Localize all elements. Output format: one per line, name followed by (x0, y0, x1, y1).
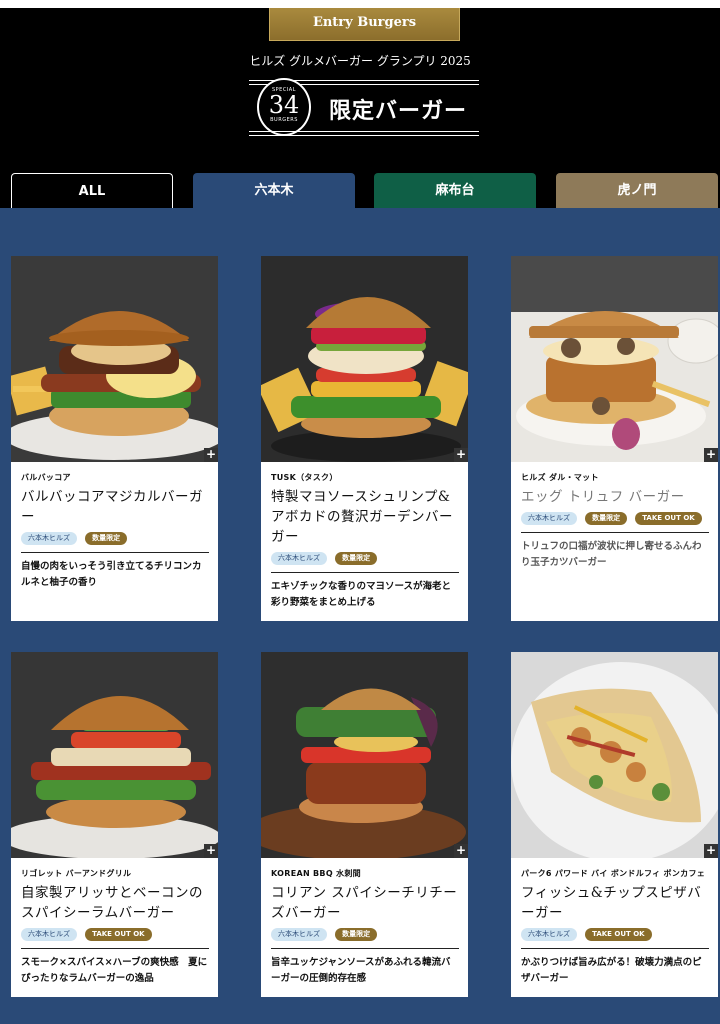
area-tag: 六本木ヒルズ (521, 928, 577, 941)
takeout-tag: TAKE OUT OK (635, 512, 702, 525)
special-burgers-badge: SPECIAL 34 BURGERS (257, 78, 311, 136)
burger-card[interactable]: + パーク6 パワード バイ ボンドルフィ ボンカフェ フィッシュ&チップスピザ… (511, 652, 718, 997)
burger-description: 自慢の肉をいっそう引き立てるチリコンカルネと柚子の香り (21, 561, 202, 588)
tab-azabudai[interactable]: 麻布台 (374, 173, 536, 209)
expand-icon[interactable]: + (704, 448, 718, 462)
burger-description: 旨辛ユッケジャンソースがあふれる韓流バーガーの圧倒的存在感 (271, 957, 451, 984)
limited-tag: 数量限定 (335, 552, 378, 565)
burger-description: トリュフの口福が波状に押し寄せるふんわり玉子カツバーガー (521, 541, 702, 568)
expand-icon[interactable]: + (454, 844, 468, 858)
burger-description: かぶりつけば旨み広がる！破壊力満点のピザバーガー (521, 957, 702, 984)
grand-prix-subtitle: ヒルズ グルメバーガー グランプリ 2025 (249, 54, 471, 68)
burger-photo[interactable]: + (261, 652, 468, 858)
divider (21, 552, 209, 553)
area-tag: 六本木ヒルズ (271, 552, 327, 565)
burger-name[interactable]: エッグ トリュフ バーガー (521, 487, 709, 507)
page-title: 限定バーガー (329, 98, 468, 124)
tab-toranomon[interactable]: 虎ノ門 (556, 173, 718, 209)
expand-icon[interactable]: + (204, 448, 218, 462)
burger-description: スモーク×スパイス×ハーブの爽快感 夏にぴったりなラムバーガーの逸品 (21, 957, 208, 984)
takeout-tag: TAKE OUT OK (585, 928, 652, 941)
limited-tag: 数量限定 (335, 928, 378, 941)
burger-card[interactable]: + リゴレット バーアンドグリル 自家製アリッサとベーコンのスパイシーラムバーガ… (11, 652, 218, 997)
expand-icon[interactable]: + (204, 844, 218, 858)
area-tag: 六本木ヒルズ (271, 928, 327, 941)
divider (271, 572, 459, 573)
tab-roppongi[interactable]: 六本木 (193, 173, 355, 209)
restaurant-name: KOREAN BBQ 水刺間 (271, 869, 361, 878)
page-title-box: SPECIAL 34 BURGERS 限定バーガー (249, 78, 479, 136)
restaurant-name: TUSK（タスク） (271, 473, 338, 482)
burger-photo[interactable]: + (511, 652, 718, 858)
area-tag: 六本木ヒルズ (21, 928, 77, 941)
entry-burgers-label: Entry Burgers (269, 8, 460, 41)
restaurant-name: リゴレット バーアンドグリル (21, 869, 132, 878)
burger-photo[interactable]: + (261, 256, 468, 462)
divider (521, 948, 709, 949)
divider (521, 532, 709, 533)
limited-tag: 数量限定 (85, 532, 128, 545)
burger-description: エキゾチックな香りのマヨソースが海老と彩り野菜をまとめ上げる (271, 581, 452, 608)
burger-name[interactable]: 自家製アリッサとベーコンのスパイシーラムバーガー (21, 883, 209, 923)
limited-tag: 数量限定 (585, 512, 628, 525)
burger-card[interactable]: + KOREAN BBQ 水刺間 コリアン スパイシーチリチーズバーガー 六本木… (261, 652, 468, 997)
tab-all[interactable]: ALL (11, 173, 173, 209)
top-strip (0, 0, 720, 8)
expand-icon[interactable]: + (454, 448, 468, 462)
burger-card[interactable]: + ヒルズ ダル・マット エッグ トリュフ バーガー 六本木ヒルズ 数量限定 T… (511, 256, 718, 621)
takeout-tag: TAKE OUT OK (85, 928, 152, 941)
burger-name[interactable]: フィッシュ&チップスピザバーガー (521, 883, 709, 923)
area-tag: 六本木ヒルズ (521, 512, 577, 525)
burger-card[interactable]: + TUSK（タスク） 特製マヨソースシュリンプ&アボカドの贅沢ガーデンバーガー… (261, 256, 468, 621)
burger-photo[interactable]: + (511, 256, 718, 462)
burger-card[interactable]: + バルバッコア バルバッコアマジカルバーガー 六本木ヒルズ 数量限定 自慢の肉… (11, 256, 218, 621)
restaurant-name: パーク6 パワード バイ ボンドルフィ ボンカフェ (521, 869, 706, 878)
burger-name[interactable]: バルバッコアマジカルバーガー (21, 487, 209, 527)
divider (21, 948, 209, 949)
restaurant-name: バルバッコア (21, 473, 71, 482)
divider (271, 948, 459, 949)
burger-photo[interactable]: + (11, 256, 218, 462)
burger-name[interactable]: コリアン スパイシーチリチーズバーガー (271, 883, 459, 923)
badge-number: 34 (268, 91, 300, 119)
burger-name[interactable]: 特製マヨソースシュリンプ&アボカドの贅沢ガーデンバーガー (271, 487, 459, 547)
expand-icon[interactable]: + (704, 844, 718, 858)
burger-photo[interactable]: + (11, 652, 218, 858)
restaurant-name: ヒルズ ダル・マット (521, 473, 599, 482)
area-tag: 六本木ヒルズ (21, 532, 77, 545)
badge-bottom-text: BURGERS (270, 117, 298, 123)
